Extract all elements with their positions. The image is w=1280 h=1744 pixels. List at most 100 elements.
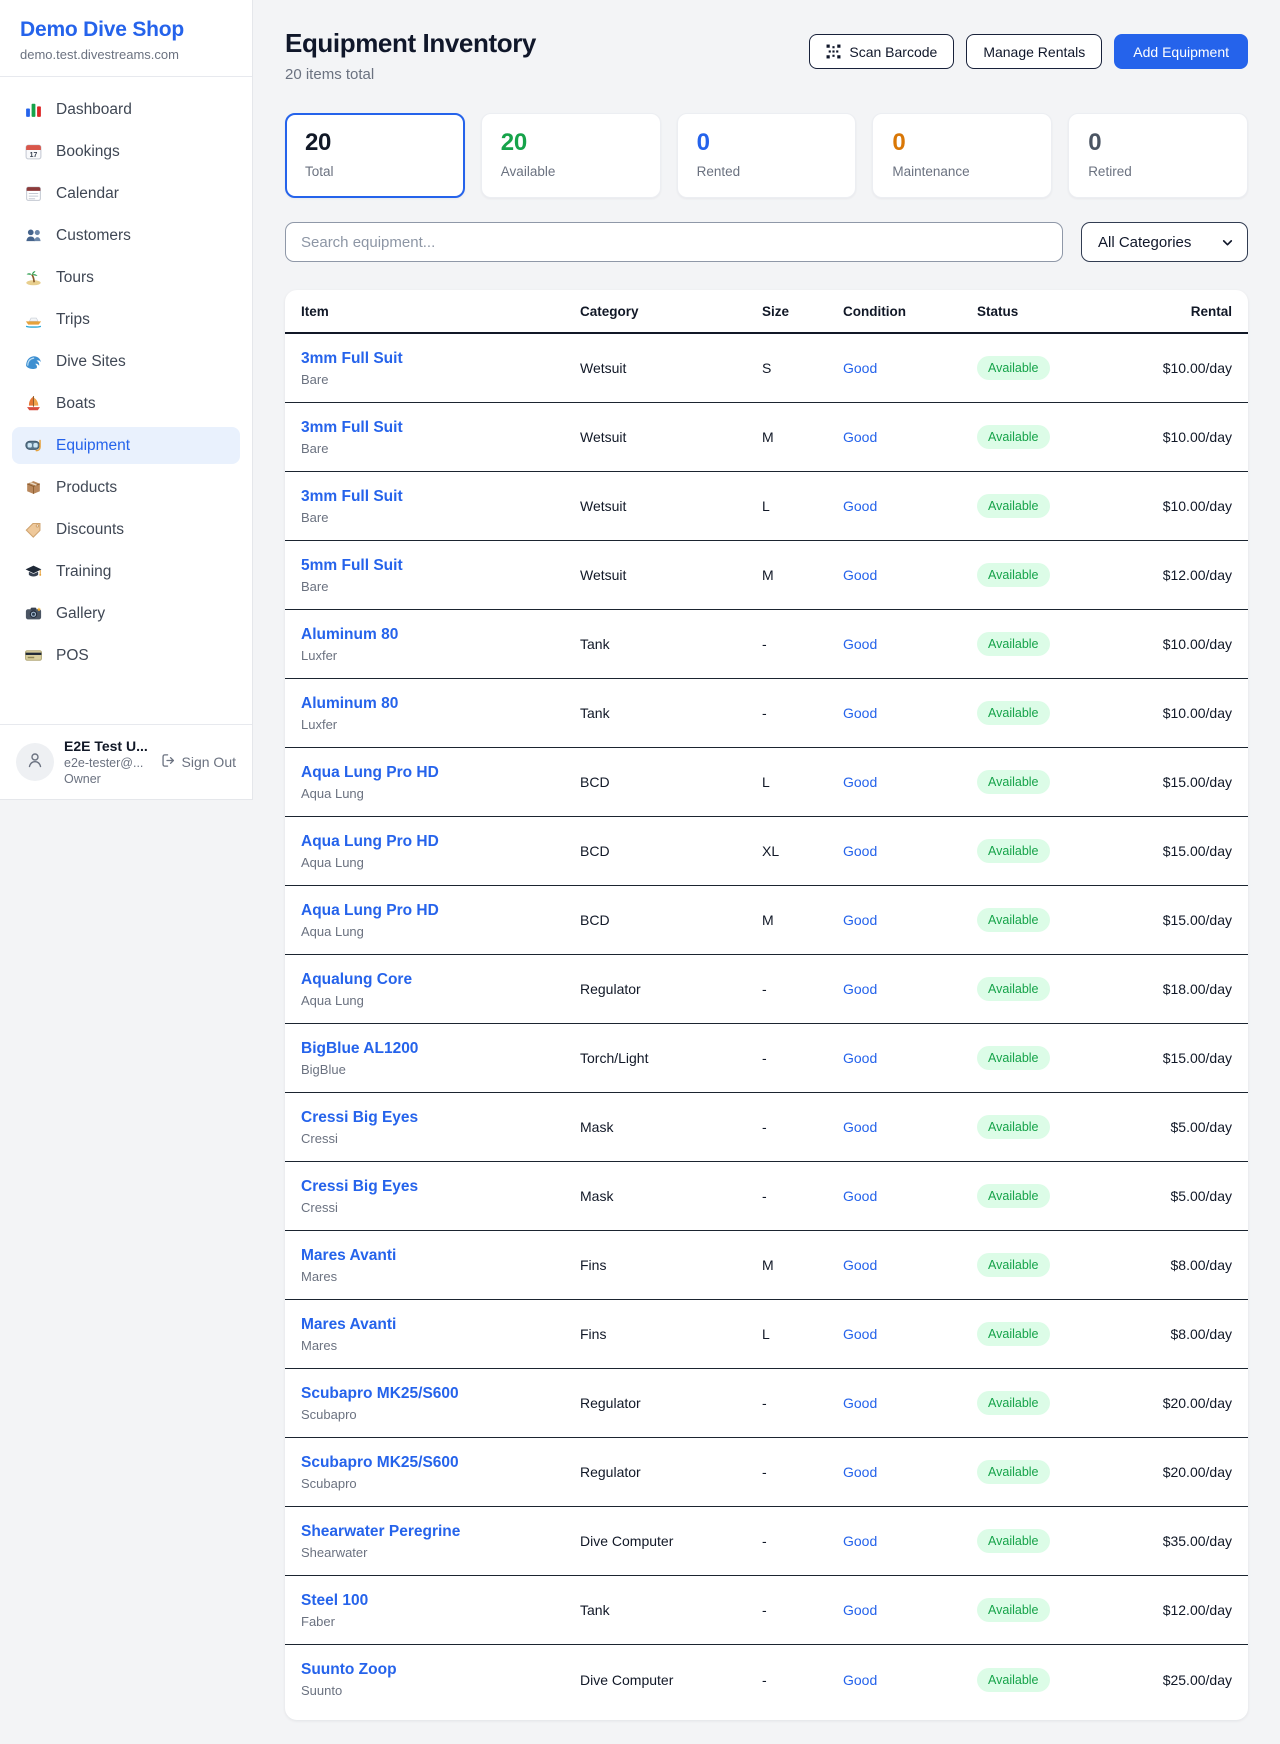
item-name-link[interactable]: Suunto Zoop xyxy=(301,1661,580,1679)
table-row[interactable]: Scubapro MK25/S600 Scubapro Regulator - … xyxy=(285,1369,1248,1438)
item-condition-link[interactable]: Good xyxy=(843,498,977,514)
sidebar-item-tours[interactable]: Tours xyxy=(12,259,240,296)
item-name-link[interactable]: 3mm Full Suit xyxy=(301,488,580,506)
sidebar-item-boats[interactable]: Boats xyxy=(12,385,240,422)
table-row[interactable]: Shearwater Peregrine Shearwater Dive Com… xyxy=(285,1507,1248,1576)
sidebar-item-discounts[interactable]: Discounts xyxy=(12,511,240,548)
table-row[interactable]: 3mm Full Suit Bare Wetsuit S Good Availa… xyxy=(285,334,1248,403)
item-name-link[interactable]: Aqua Lung Pro HD xyxy=(301,764,580,782)
sidebar-item-dive-sites[interactable]: Dive Sites xyxy=(12,343,240,380)
item-rental-rate: $10.00/day xyxy=(1107,636,1248,652)
sidebar-item-trips[interactable]: Trips xyxy=(12,301,240,338)
status-badge: Available xyxy=(977,770,1050,794)
item-condition-link[interactable]: Good xyxy=(843,360,977,376)
item-condition-link[interactable]: Good xyxy=(843,1672,977,1688)
add-equipment-button[interactable]: Add Equipment xyxy=(1114,34,1248,69)
item-condition-link[interactable]: Good xyxy=(843,774,977,790)
item-rental-rate: $10.00/day xyxy=(1107,429,1248,445)
user-email: e2e-tester@... xyxy=(64,756,151,770)
table-row[interactable]: Mares Avanti Mares Fins L Good Available… xyxy=(285,1300,1248,1369)
stat-card-maintenance[interactable]: 0 Maintenance xyxy=(872,113,1052,198)
item-name-link[interactable]: Aluminum 80 xyxy=(301,626,580,644)
table-row[interactable]: Cressi Big Eyes Cressi Mask - Good Avail… xyxy=(285,1093,1248,1162)
item-condition-link[interactable]: Good xyxy=(843,1326,977,1342)
item-category: Fins xyxy=(580,1326,762,1342)
status-badge: Available xyxy=(977,1115,1050,1139)
item-name-link[interactable]: Scubapro MK25/S600 xyxy=(301,1454,580,1472)
item-condition-link[interactable]: Good xyxy=(843,1119,977,1135)
page-title: Equipment Inventory xyxy=(285,28,536,59)
stat-card-total[interactable]: 20 Total xyxy=(285,113,465,198)
item-condition-link[interactable]: Good xyxy=(843,567,977,583)
table-row[interactable]: Aluminum 80 Luxfer Tank - Good Available… xyxy=(285,679,1248,748)
scan-barcode-button[interactable]: Scan Barcode xyxy=(809,34,954,69)
item-name-link[interactable]: Steel 100 xyxy=(301,1592,580,1610)
item-category: Wetsuit xyxy=(580,360,762,376)
item-name-link[interactable]: Mares Avanti xyxy=(301,1247,580,1265)
item-condition-link[interactable]: Good xyxy=(843,843,977,859)
item-name-link[interactable]: Shearwater Peregrine xyxy=(301,1523,580,1541)
item-condition-link[interactable]: Good xyxy=(843,1533,977,1549)
sidebar-item-equipment[interactable]: Equipment xyxy=(12,427,240,464)
sign-out-button[interactable]: Sign Out xyxy=(161,753,236,771)
item-size: - xyxy=(762,1188,843,1204)
table-row[interactable]: Steel 100 Faber Tank - Good Available $1… xyxy=(285,1576,1248,1645)
table-row[interactable]: 3mm Full Suit Bare Wetsuit L Good Availa… xyxy=(285,472,1248,541)
table-row[interactable]: Aqua Lung Pro HD Aqua Lung BCD L Good Av… xyxy=(285,748,1248,817)
table-row[interactable]: Aqualung Core Aqua Lung Regulator - Good… xyxy=(285,955,1248,1024)
table-row[interactable]: BigBlue AL1200 BigBlue Torch/Light - Goo… xyxy=(285,1024,1248,1093)
sidebar-item-calendar[interactable]: Calendar xyxy=(12,175,240,212)
stat-card-retired[interactable]: 0 Retired xyxy=(1068,113,1248,198)
table-row[interactable]: 3mm Full Suit Bare Wetsuit M Good Availa… xyxy=(285,403,1248,472)
table-row[interactable]: Mares Avanti Mares Fins M Good Available… xyxy=(285,1231,1248,1300)
sidebar-item-products[interactable]: Products xyxy=(12,469,240,506)
table-row[interactable]: 5mm Full Suit Bare Wetsuit M Good Availa… xyxy=(285,541,1248,610)
table-row[interactable]: Aqua Lung Pro HD Aqua Lung BCD M Good Av… xyxy=(285,886,1248,955)
table-row[interactable]: Cressi Big Eyes Cressi Mask - Good Avail… xyxy=(285,1162,1248,1231)
sidebar-item-customers[interactable]: Customers xyxy=(12,217,240,254)
item-condition-link[interactable]: Good xyxy=(843,1464,977,1480)
item-name-link[interactable]: 3mm Full Suit xyxy=(301,419,580,437)
item-name-link[interactable]: Mares Avanti xyxy=(301,1316,580,1334)
item-condition-link[interactable]: Good xyxy=(843,1602,977,1618)
item-name-link[interactable]: Aqua Lung Pro HD xyxy=(301,833,580,851)
sidebar-item-training[interactable]: Training xyxy=(12,553,240,590)
sidebar-item-bookings[interactable]: 17 Bookings xyxy=(12,133,240,170)
tours-icon xyxy=(24,268,43,287)
sidebar-item-pos[interactable]: POS xyxy=(12,637,240,674)
item-condition-link[interactable]: Good xyxy=(843,1050,977,1066)
item-name-link[interactable]: 5mm Full Suit xyxy=(301,557,580,575)
item-condition-link[interactable]: Good xyxy=(843,636,977,652)
item-name-link[interactable]: Cressi Big Eyes xyxy=(301,1178,580,1196)
item-name-link[interactable]: 3mm Full Suit xyxy=(301,350,580,368)
item-condition-link[interactable]: Good xyxy=(843,912,977,928)
stat-card-rented[interactable]: 0 Rented xyxy=(677,113,857,198)
item-condition-link[interactable]: Good xyxy=(843,429,977,445)
table-row[interactable]: Scubapro MK25/S600 Scubapro Regulator - … xyxy=(285,1438,1248,1507)
item-name-link[interactable]: Scubapro MK25/S600 xyxy=(301,1385,580,1403)
stat-card-available[interactable]: 20 Available xyxy=(481,113,661,198)
sidebar-item-dashboard[interactable]: Dashboard xyxy=(12,91,240,128)
item-category: Tank xyxy=(580,636,762,652)
item-condition-link[interactable]: Good xyxy=(843,1188,977,1204)
table-row[interactable]: Aqua Lung Pro HD Aqua Lung BCD XL Good A… xyxy=(285,817,1248,886)
item-name-link[interactable]: Aqualung Core xyxy=(301,971,580,989)
pos-icon xyxy=(24,646,43,665)
item-condition-link[interactable]: Good xyxy=(843,705,977,721)
table-row[interactable]: Suunto Zoop Suunto Dive Computer - Good … xyxy=(285,1645,1248,1714)
item-name-link[interactable]: Aqua Lung Pro HD xyxy=(301,902,580,920)
item-condition-link[interactable]: Good xyxy=(843,981,977,997)
sidebar-item-gallery[interactable]: Gallery xyxy=(12,595,240,632)
item-name-link[interactable]: Cressi Big Eyes xyxy=(301,1109,580,1127)
status-badge: Available xyxy=(977,977,1050,1001)
item-brand: Aqua Lung xyxy=(301,786,580,801)
item-category: Regulator xyxy=(580,981,762,997)
manage-rentals-button[interactable]: Manage Rentals xyxy=(966,34,1102,69)
category-filter-select[interactable]: All Categories xyxy=(1081,222,1248,262)
item-name-link[interactable]: Aluminum 80 xyxy=(301,695,580,713)
search-input[interactable] xyxy=(285,222,1063,262)
table-row[interactable]: Aluminum 80 Luxfer Tank - Good Available… xyxy=(285,610,1248,679)
item-condition-link[interactable]: Good xyxy=(843,1257,977,1273)
item-condition-link[interactable]: Good xyxy=(843,1395,977,1411)
item-name-link[interactable]: BigBlue AL1200 xyxy=(301,1040,580,1058)
